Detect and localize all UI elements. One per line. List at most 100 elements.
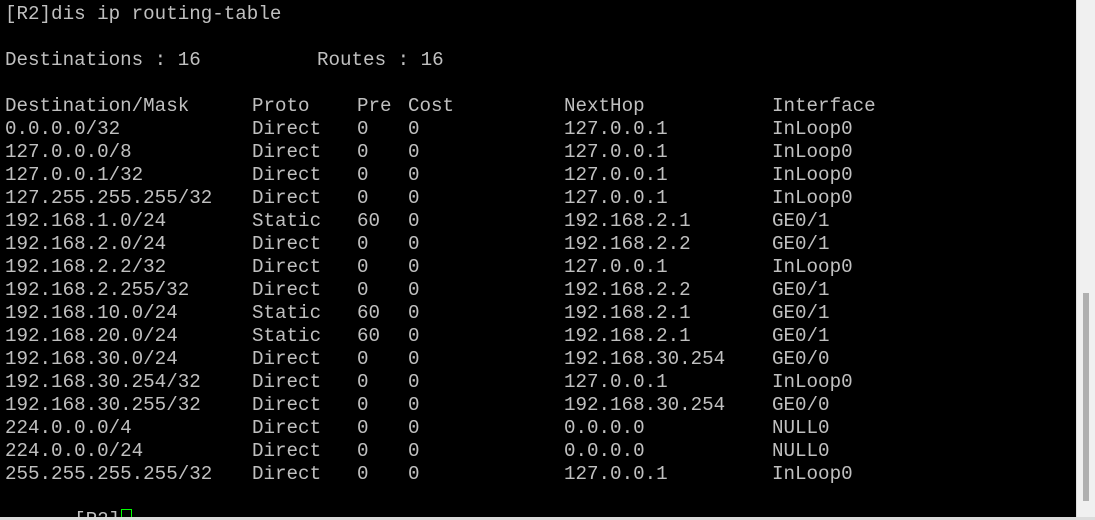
route-cost: 0 (408, 233, 420, 255)
route-interface: GE0/1 (772, 233, 830, 255)
route-destination: 127.0.0.0/8 (5, 141, 132, 163)
route-cost: 0 (408, 371, 420, 393)
route-interface: GE0/0 (772, 394, 830, 416)
route-nexthop: 0.0.0.0 (564, 417, 645, 439)
route-destination: 255.255.255.255/32 (5, 463, 213, 485)
route-interface: InLoop0 (772, 187, 853, 209)
route-cost: 0 (408, 187, 420, 209)
header-destination: Destination/Mask (5, 95, 190, 117)
route-cost: 0 (408, 210, 420, 232)
route-destination: 192.168.30.254/32 (5, 371, 201, 393)
route-proto: Direct (252, 164, 322, 186)
destinations-count: Destinations : 16 (5, 49, 201, 71)
route-pre: 0 (357, 394, 369, 416)
route-nexthop: 192.168.2.2 (564, 279, 691, 301)
route-destination: 224.0.0.0/4 (5, 417, 132, 439)
route-destination: 224.0.0.0/24 (5, 440, 144, 462)
header-interface: Interface (772, 95, 876, 117)
route-nexthop: 192.168.30.254 (564, 394, 726, 416)
route-pre: 60 (357, 302, 381, 324)
route-cost: 0 (408, 164, 420, 186)
terminal-window: . [R2]dis ip routing-table Destinations … (0, 0, 1095, 520)
route-cost: 0 (408, 440, 420, 462)
route-destination: 0.0.0.0/32 (5, 118, 121, 140)
routing-summary: Destinations : 16 Routes : 16 (5, 49, 444, 72)
route-proto: Direct (252, 187, 322, 209)
route-nexthop: 127.0.0.1 (564, 164, 668, 186)
route-proto: Static (252, 302, 322, 324)
route-interface: InLoop0 (772, 164, 853, 186)
route-cost: 0 (408, 302, 420, 324)
route-proto: Direct (252, 279, 322, 301)
route-interface: GE0/0 (772, 348, 830, 370)
route-proto: Static (252, 210, 322, 232)
route-nexthop: 127.0.0.1 (564, 463, 668, 485)
route-nexthop: 192.168.2.1 (564, 210, 691, 232)
route-interface: NULL0 (772, 440, 830, 462)
route-pre: 0 (357, 348, 369, 370)
scrollbar-thumb[interactable] (1083, 293, 1089, 501)
route-destination: 192.168.2.0/24 (5, 233, 167, 255)
route-nexthop: 192.168.2.1 (564, 325, 691, 347)
route-pre: 0 (357, 256, 369, 278)
route-cost: 0 (408, 348, 420, 370)
route-nexthop: 192.168.30.254 (564, 348, 726, 370)
route-interface: InLoop0 (772, 256, 853, 278)
route-destination: 192.168.30.255/32 (5, 394, 201, 416)
route-cost: 0 (408, 141, 420, 163)
route-proto: Direct (252, 256, 322, 278)
route-cost: 0 (408, 417, 420, 439)
route-pre: 0 (357, 463, 369, 485)
route-pre: 0 (357, 279, 369, 301)
route-nexthop: 192.168.2.2 (564, 233, 691, 255)
route-destination: 192.168.1.0/24 (5, 210, 167, 232)
route-interface: InLoop0 (772, 118, 853, 140)
header-pre: Pre (357, 95, 392, 117)
route-cost: 0 (408, 394, 420, 416)
header-cost: Cost (408, 95, 455, 117)
route-pre: 0 (357, 417, 369, 439)
route-proto: Direct (252, 233, 322, 255)
route-pre: 0 (357, 164, 369, 186)
route-proto: Direct (252, 141, 322, 163)
route-destination: 192.168.10.0/24 (5, 302, 178, 324)
route-interface: InLoop0 (772, 141, 853, 163)
route-proto: Direct (252, 118, 322, 140)
route-pre: 60 (357, 325, 381, 347)
route-proto: Direct (252, 348, 322, 370)
route-interface: InLoop0 (772, 463, 853, 485)
terminal-screen[interactable]: . [R2]dis ip routing-table Destinations … (0, 0, 1076, 520)
route-destination: 192.168.2.255/32 (5, 279, 190, 301)
route-destination: 192.168.30.0/24 (5, 348, 178, 370)
route-nexthop: 192.168.2.1 (564, 302, 691, 324)
route-cost: 0 (408, 118, 420, 140)
route-proto: Direct (252, 417, 322, 439)
prompt-line[interactable]: [R2] (5, 486, 133, 520)
route-cost: 0 (408, 325, 420, 347)
table-header: Destination/Mask Proto Pre Cost NextHop … (5, 95, 876, 118)
vertical-scrollbar[interactable] (1076, 0, 1095, 520)
route-proto: Direct (252, 440, 322, 462)
route-interface: GE0/1 (772, 279, 830, 301)
route-pre: 0 (357, 440, 369, 462)
route-pre: 0 (357, 141, 369, 163)
route-interface: GE0/1 (772, 325, 830, 347)
route-cost: 0 (408, 256, 420, 278)
route-nexthop: 0.0.0.0 (564, 440, 645, 462)
route-nexthop: 127.0.0.1 (564, 371, 668, 393)
route-proto: Direct (252, 463, 322, 485)
route-pre: 60 (357, 210, 381, 232)
route-interface: GE0/1 (772, 210, 830, 232)
routes-count: Routes : 16 (317, 49, 444, 71)
route-nexthop: 127.0.0.1 (564, 118, 668, 140)
route-nexthop: 127.0.0.1 (564, 187, 668, 209)
route-nexthop: 127.0.0.1 (564, 141, 668, 163)
route-cost: 0 (408, 463, 420, 485)
command-line: [R2]dis ip routing-table (5, 3, 282, 25)
route-cost: 0 (408, 279, 420, 301)
route-pre: 0 (357, 187, 369, 209)
route-proto: Direct (252, 371, 322, 393)
route-destination: 192.168.2.2/32 (5, 256, 167, 278)
route-destination: 127.255.255.255/32 (5, 187, 213, 209)
route-destination: 192.168.20.0/24 (5, 325, 178, 347)
